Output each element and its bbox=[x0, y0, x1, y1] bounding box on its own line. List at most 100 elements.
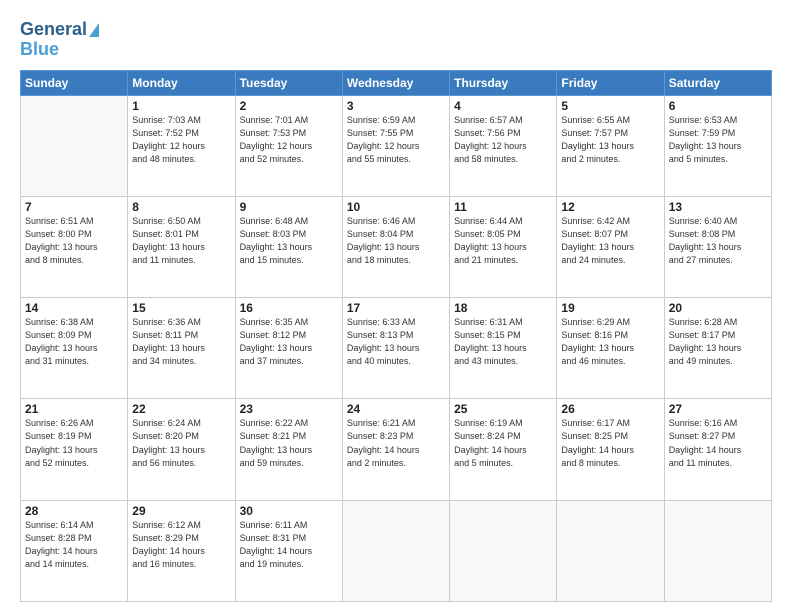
day-number: 15 bbox=[132, 301, 230, 315]
calendar-cell: 29Sunrise: 6:12 AMSunset: 8:29 PMDayligh… bbox=[128, 500, 235, 601]
calendar-cell: 28Sunrise: 6:14 AMSunset: 8:28 PMDayligh… bbox=[21, 500, 128, 601]
calendar-cell: 7Sunrise: 6:51 AMSunset: 8:00 PMDaylight… bbox=[21, 196, 128, 297]
day-info: Sunrise: 6:17 AMSunset: 8:25 PMDaylight:… bbox=[561, 417, 659, 469]
day-number: 11 bbox=[454, 200, 552, 214]
day-info: Sunrise: 6:19 AMSunset: 8:24 PMDaylight:… bbox=[454, 417, 552, 469]
calendar-cell: 18Sunrise: 6:31 AMSunset: 8:15 PMDayligh… bbox=[450, 298, 557, 399]
calendar-cell bbox=[664, 500, 771, 601]
calendar-cell: 12Sunrise: 6:42 AMSunset: 8:07 PMDayligh… bbox=[557, 196, 664, 297]
day-info: Sunrise: 6:40 AMSunset: 8:08 PMDaylight:… bbox=[669, 215, 767, 267]
day-number: 4 bbox=[454, 99, 552, 113]
day-number: 10 bbox=[347, 200, 445, 214]
day-number: 6 bbox=[669, 99, 767, 113]
day-info: Sunrise: 6:50 AMSunset: 8:01 PMDaylight:… bbox=[132, 215, 230, 267]
calendar-cell: 13Sunrise: 6:40 AMSunset: 8:08 PMDayligh… bbox=[664, 196, 771, 297]
calendar-cell: 30Sunrise: 6:11 AMSunset: 8:31 PMDayligh… bbox=[235, 500, 342, 601]
day-header-thursday: Thursday bbox=[450, 70, 557, 95]
logo-text-general: General bbox=[20, 20, 87, 40]
calendar-cell: 1Sunrise: 7:03 AMSunset: 7:52 PMDaylight… bbox=[128, 95, 235, 196]
day-number: 21 bbox=[25, 402, 123, 416]
day-info: Sunrise: 6:46 AMSunset: 8:04 PMDaylight:… bbox=[347, 215, 445, 267]
calendar-cell: 20Sunrise: 6:28 AMSunset: 8:17 PMDayligh… bbox=[664, 298, 771, 399]
day-number: 19 bbox=[561, 301, 659, 315]
calendar-cell: 21Sunrise: 6:26 AMSunset: 8:19 PMDayligh… bbox=[21, 399, 128, 500]
day-info: Sunrise: 6:31 AMSunset: 8:15 PMDaylight:… bbox=[454, 316, 552, 368]
day-number: 17 bbox=[347, 301, 445, 315]
day-info: Sunrise: 6:14 AMSunset: 8:28 PMDaylight:… bbox=[25, 519, 123, 571]
day-number: 30 bbox=[240, 504, 338, 518]
day-number: 16 bbox=[240, 301, 338, 315]
day-number: 25 bbox=[454, 402, 552, 416]
week-row-4: 21Sunrise: 6:26 AMSunset: 8:19 PMDayligh… bbox=[21, 399, 772, 500]
logo-line2: Blue bbox=[20, 40, 59, 60]
day-info: Sunrise: 6:16 AMSunset: 8:27 PMDaylight:… bbox=[669, 417, 767, 469]
calendar-cell: 14Sunrise: 6:38 AMSunset: 8:09 PMDayligh… bbox=[21, 298, 128, 399]
day-header-friday: Friday bbox=[557, 70, 664, 95]
calendar-cell bbox=[21, 95, 128, 196]
week-row-1: 1Sunrise: 7:03 AMSunset: 7:52 PMDaylight… bbox=[21, 95, 772, 196]
day-number: 23 bbox=[240, 402, 338, 416]
day-header-monday: Monday bbox=[128, 70, 235, 95]
day-number: 12 bbox=[561, 200, 659, 214]
day-number: 24 bbox=[347, 402, 445, 416]
calendar-cell: 17Sunrise: 6:33 AMSunset: 8:13 PMDayligh… bbox=[342, 298, 449, 399]
calendar-cell: 2Sunrise: 7:01 AMSunset: 7:53 PMDaylight… bbox=[235, 95, 342, 196]
day-info: Sunrise: 6:21 AMSunset: 8:23 PMDaylight:… bbox=[347, 417, 445, 469]
day-info: Sunrise: 6:48 AMSunset: 8:03 PMDaylight:… bbox=[240, 215, 338, 267]
day-header-wednesday: Wednesday bbox=[342, 70, 449, 95]
logo: General Blue bbox=[20, 20, 99, 60]
calendar-body: 1Sunrise: 7:03 AMSunset: 7:52 PMDaylight… bbox=[21, 95, 772, 601]
calendar-cell: 25Sunrise: 6:19 AMSunset: 8:24 PMDayligh… bbox=[450, 399, 557, 500]
logo-text-blue: Blue bbox=[20, 40, 59, 60]
calendar-cell: 9Sunrise: 6:48 AMSunset: 8:03 PMDaylight… bbox=[235, 196, 342, 297]
calendar-cell bbox=[450, 500, 557, 601]
day-info: Sunrise: 6:59 AMSunset: 7:55 PMDaylight:… bbox=[347, 114, 445, 166]
header: General Blue bbox=[20, 20, 772, 60]
day-info: Sunrise: 6:53 AMSunset: 7:59 PMDaylight:… bbox=[669, 114, 767, 166]
day-info: Sunrise: 6:35 AMSunset: 8:12 PMDaylight:… bbox=[240, 316, 338, 368]
calendar-cell: 5Sunrise: 6:55 AMSunset: 7:57 PMDaylight… bbox=[557, 95, 664, 196]
day-info: Sunrise: 7:01 AMSunset: 7:53 PMDaylight:… bbox=[240, 114, 338, 166]
calendar-cell: 27Sunrise: 6:16 AMSunset: 8:27 PMDayligh… bbox=[664, 399, 771, 500]
day-number: 9 bbox=[240, 200, 338, 214]
day-info: Sunrise: 6:57 AMSunset: 7:56 PMDaylight:… bbox=[454, 114, 552, 166]
day-number: 22 bbox=[132, 402, 230, 416]
calendar-cell: 19Sunrise: 6:29 AMSunset: 8:16 PMDayligh… bbox=[557, 298, 664, 399]
day-number: 5 bbox=[561, 99, 659, 113]
day-number: 7 bbox=[25, 200, 123, 214]
week-row-5: 28Sunrise: 6:14 AMSunset: 8:28 PMDayligh… bbox=[21, 500, 772, 601]
calendar-cell bbox=[342, 500, 449, 601]
page: General Blue SundayMondayTuesdayWednesda… bbox=[0, 0, 792, 612]
day-number: 13 bbox=[669, 200, 767, 214]
day-info: Sunrise: 6:12 AMSunset: 8:29 PMDaylight:… bbox=[132, 519, 230, 571]
day-info: Sunrise: 6:33 AMSunset: 8:13 PMDaylight:… bbox=[347, 316, 445, 368]
day-header-sunday: Sunday bbox=[21, 70, 128, 95]
calendar-cell: 24Sunrise: 6:21 AMSunset: 8:23 PMDayligh… bbox=[342, 399, 449, 500]
day-info: Sunrise: 6:44 AMSunset: 8:05 PMDaylight:… bbox=[454, 215, 552, 267]
day-info: Sunrise: 6:11 AMSunset: 8:31 PMDaylight:… bbox=[240, 519, 338, 571]
calendar-cell: 8Sunrise: 6:50 AMSunset: 8:01 PMDaylight… bbox=[128, 196, 235, 297]
day-info: Sunrise: 6:24 AMSunset: 8:20 PMDaylight:… bbox=[132, 417, 230, 469]
week-row-3: 14Sunrise: 6:38 AMSunset: 8:09 PMDayligh… bbox=[21, 298, 772, 399]
calendar-cell: 11Sunrise: 6:44 AMSunset: 8:05 PMDayligh… bbox=[450, 196, 557, 297]
calendar-header: SundayMondayTuesdayWednesdayThursdayFrid… bbox=[21, 70, 772, 95]
logo-line1: General bbox=[20, 20, 99, 40]
day-info: Sunrise: 6:22 AMSunset: 8:21 PMDaylight:… bbox=[240, 417, 338, 469]
calendar-cell: 22Sunrise: 6:24 AMSunset: 8:20 PMDayligh… bbox=[128, 399, 235, 500]
day-number: 8 bbox=[132, 200, 230, 214]
calendar-cell: 23Sunrise: 6:22 AMSunset: 8:21 PMDayligh… bbox=[235, 399, 342, 500]
day-info: Sunrise: 6:29 AMSunset: 8:16 PMDaylight:… bbox=[561, 316, 659, 368]
calendar-table: SundayMondayTuesdayWednesdayThursdayFrid… bbox=[20, 70, 772, 602]
day-number: 29 bbox=[132, 504, 230, 518]
logo-icon bbox=[89, 23, 99, 37]
day-number: 3 bbox=[347, 99, 445, 113]
day-number: 2 bbox=[240, 99, 338, 113]
calendar-cell: 6Sunrise: 6:53 AMSunset: 7:59 PMDaylight… bbox=[664, 95, 771, 196]
day-header-saturday: Saturday bbox=[664, 70, 771, 95]
day-info: Sunrise: 6:42 AMSunset: 8:07 PMDaylight:… bbox=[561, 215, 659, 267]
day-number: 28 bbox=[25, 504, 123, 518]
day-info: Sunrise: 6:26 AMSunset: 8:19 PMDaylight:… bbox=[25, 417, 123, 469]
day-info: Sunrise: 7:03 AMSunset: 7:52 PMDaylight:… bbox=[132, 114, 230, 166]
day-header-tuesday: Tuesday bbox=[235, 70, 342, 95]
day-number: 1 bbox=[132, 99, 230, 113]
